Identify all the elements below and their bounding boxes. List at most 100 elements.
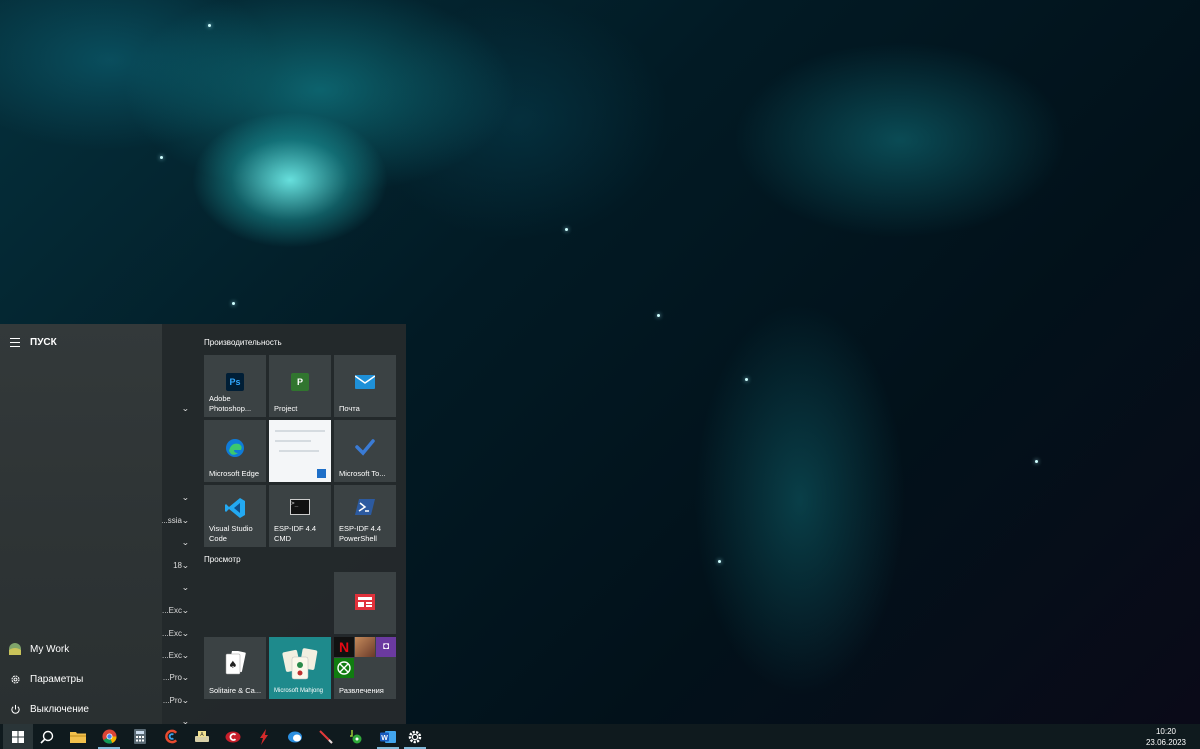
- tile-entertainment[interactable]: N ◘ Развлечения: [334, 637, 396, 699]
- search-icon: [40, 730, 54, 744]
- app-button-red-c[interactable]: [218, 724, 248, 749]
- checkmark-icon: [355, 438, 375, 458]
- dolby-icon: ◘: [376, 637, 396, 657]
- power-icon: [0, 704, 30, 715]
- user-label: My Work: [30, 643, 70, 655]
- windows-logo-icon: [12, 730, 24, 743]
- word-icon: W: [380, 730, 396, 743]
- tile-edge[interactable]: Microsoft Edge: [204, 420, 266, 482]
- scanner-app-button[interactable]: A: [187, 724, 217, 749]
- red-tool-icon: [260, 728, 268, 745]
- tile-news[interactable]: [334, 572, 396, 634]
- settings-app-button[interactable]: [400, 724, 430, 749]
- system-clock[interactable]: 10:20 23.06.2023: [1146, 726, 1186, 748]
- user-account-button[interactable]: My Work: [0, 635, 162, 663]
- mail-icon: [354, 373, 376, 391]
- chevron-down-icon: ⌄: [181, 492, 190, 502]
- list-item[interactable]: Exc... ⌄: [162, 626, 192, 640]
- tile-photoshop[interactable]: Ps Adobe Photoshop...: [204, 355, 266, 417]
- star: [1035, 460, 1038, 463]
- media-thumbnail: [355, 637, 375, 657]
- chevron-down-icon: ⌄: [181, 560, 190, 570]
- avatar: [0, 643, 30, 655]
- clock-date: 23.06.2023: [1145, 738, 1186, 747]
- terminal-icon: >_: [290, 499, 310, 515]
- list-item[interactable]: ⌄: [162, 490, 192, 504]
- power-label: Выключение: [30, 703, 89, 715]
- chrome-button[interactable]: [94, 724, 124, 749]
- app-button-red-tool[interactable]: [249, 724, 279, 749]
- tile-live-preview[interactable]: [269, 420, 331, 482]
- news-icon: [355, 594, 375, 612]
- list-item[interactable]: 18 ⌄: [162, 558, 192, 572]
- file-explorer-button[interactable]: [63, 724, 93, 749]
- list-item[interactable]: Exc... ⌄: [162, 648, 192, 662]
- cloud-chat-icon: [288, 731, 302, 742]
- list-item[interactable]: Pro... ⌄: [162, 670, 192, 684]
- list-item[interactable]: ⌄: [162, 714, 192, 725]
- tile-project[interactable]: P Project: [269, 355, 331, 417]
- list-item[interactable]: ⌄: [162, 580, 192, 594]
- word-button[interactable]: W: [373, 724, 403, 749]
- settings-label: Параметры: [30, 673, 84, 685]
- vscode-icon: [224, 497, 246, 521]
- svg-text:W: W: [381, 735, 388, 742]
- chrome-icon: [101, 729, 117, 744]
- green-app-icon: [350, 729, 362, 743]
- tile-todo[interactable]: Microsoft To...: [334, 420, 396, 482]
- gear-icon: [408, 730, 422, 743]
- start-button[interactable]: [3, 724, 33, 749]
- app-button-pen[interactable]: [311, 724, 341, 749]
- start-menu-header[interactable]: ПУСК: [0, 328, 162, 356]
- netflix-icon: N: [334, 637, 354, 657]
- list-item[interactable]: ssia...⌄: [162, 513, 192, 527]
- tile-mail[interactable]: Почта: [334, 355, 396, 417]
- chevron-down-icon: ⌄: [181, 515, 190, 525]
- tile-mahjong[interactable]: Microsoft Mahjong: [269, 637, 331, 699]
- folder-icon: [70, 732, 86, 743]
- calculator-icon: [134, 729, 146, 744]
- tile-espidf-cmd[interactable]: >_ ESP-IDF 4.4 CMD: [269, 485, 331, 547]
- settings-button[interactable]: Параметры: [0, 665, 162, 693]
- app-button-cloud[interactable]: [280, 724, 310, 749]
- list-item[interactable]: ⌄: [162, 535, 192, 549]
- hamburger-icon[interactable]: [0, 337, 30, 347]
- chevron-down-icon: ⌄: [181, 695, 190, 705]
- star: [208, 24, 211, 27]
- start-rail: ПУСК My Work Параметры Выключение: [0, 324, 162, 724]
- app-button-green[interactable]: [342, 724, 372, 749]
- pen-icon: [319, 729, 333, 744]
- tile-vscode[interactable]: Visual Studio Code: [204, 485, 266, 547]
- ccleaner-button[interactable]: [156, 724, 186, 749]
- chevron-down-icon: ⌄: [181, 650, 190, 660]
- ccleaner-icon: [164, 729, 177, 744]
- star: [160, 156, 163, 159]
- list-item[interactable]: Exc... ⌄: [162, 603, 192, 617]
- photoshop-icon: Ps: [226, 373, 244, 391]
- chevron-down-icon: ⌄: [181, 672, 190, 682]
- group-label-productivity[interactable]: Производительность: [204, 338, 282, 347]
- search-button[interactable]: [32, 724, 62, 749]
- scanner-icon: A: [195, 730, 209, 742]
- start-menu: ПУСК My Work Параметры Выключение ⌄ ⌄ ss…: [0, 324, 406, 724]
- calculator-button[interactable]: [125, 724, 155, 749]
- svg-text:♠: ♠: [229, 660, 238, 671]
- powershell-icon: [355, 499, 375, 517]
- list-item[interactable]: ⌄: [162, 401, 192, 415]
- star: [232, 302, 235, 305]
- tile-espidf-powershell[interactable]: ESP-IDF 4.4 PowerShell: [334, 485, 396, 547]
- tile-solitaire[interactable]: ♠ Solitaire & Ca...: [204, 637, 266, 699]
- chevron-down-icon: ⌄: [181, 582, 190, 592]
- star: [718, 560, 721, 563]
- taskbar: A W 10:20 23.06.2023: [0, 724, 1200, 749]
- chevron-down-icon: ⌄: [181, 628, 190, 638]
- start-menu-title: ПУСК: [30, 336, 57, 348]
- group-label-explore[interactable]: Просмотр: [204, 555, 241, 564]
- chevron-down-icon: ⌄: [181, 403, 190, 413]
- project-icon: P: [291, 373, 309, 391]
- chevron-down-icon: ⌄: [181, 537, 190, 547]
- svg-text:A: A: [200, 732, 204, 738]
- power-button[interactable]: Выключение: [0, 695, 162, 723]
- star: [565, 228, 568, 231]
- list-item[interactable]: Pro... ⌄: [162, 693, 192, 707]
